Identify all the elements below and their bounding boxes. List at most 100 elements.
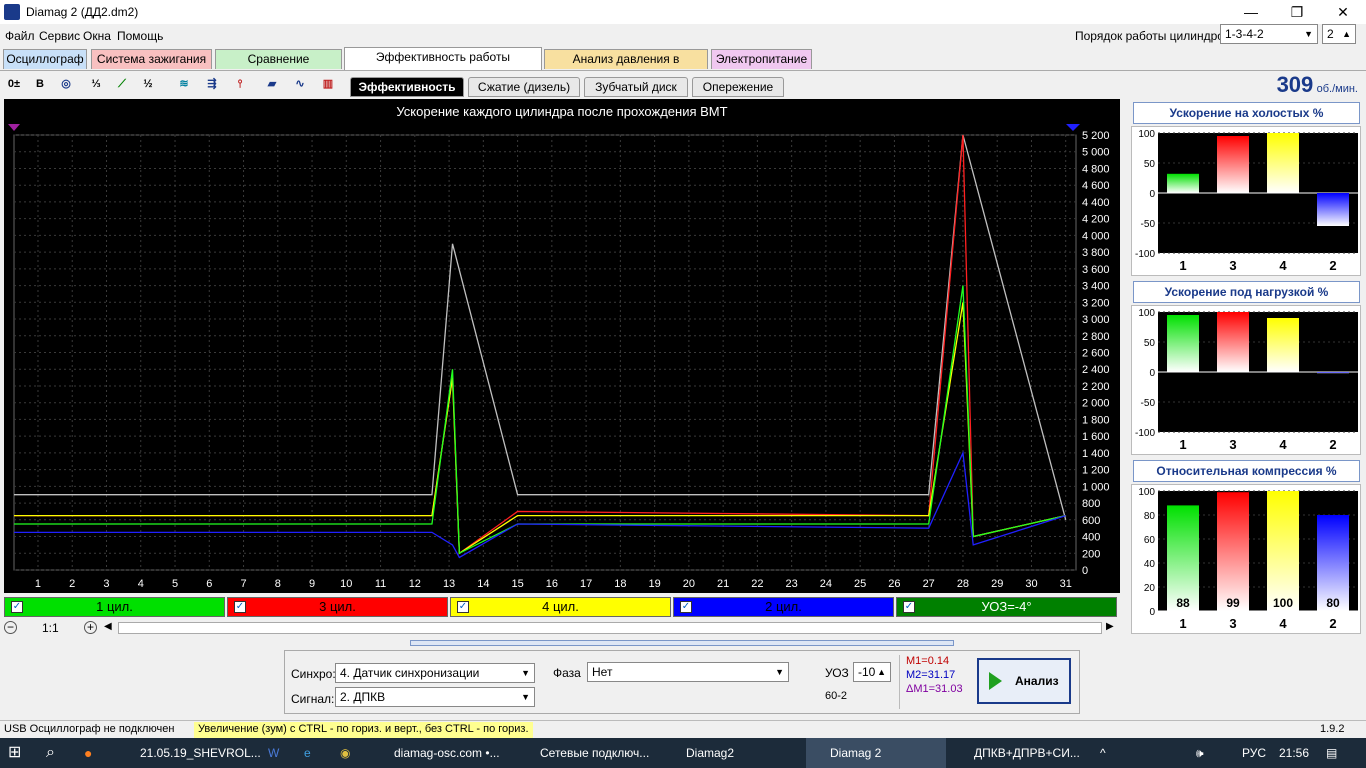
x-tick-label: 22 — [751, 578, 763, 590]
efficiency-chart[interactable]: Ускорение каждого цилиндра после прохожд… — [4, 99, 1120, 593]
panel-category-label: 2 — [1329, 258, 1336, 273]
y-tick-label: 3 800 — [1082, 247, 1110, 259]
panel-tick-label: 100 — [1138, 308, 1155, 319]
alg-icon[interactable]: ½ — [138, 74, 158, 94]
series-line — [14, 450, 1066, 559]
panel-tick-label: 100 — [1138, 129, 1155, 140]
clock[interactable]: 21:56 — [1279, 738, 1309, 768]
search-icon[interactable]: ⌕ — [46, 738, 55, 768]
taskbar-item-opera[interactable]: diamag-osc.com •... — [370, 738, 512, 768]
menu-service[interactable]: Сервис — [39, 29, 80, 43]
sync-select[interactable]: 4. Датчик синхронизации ▼ — [335, 663, 535, 683]
windows-start-icon[interactable]: ⊞ — [8, 738, 21, 768]
zoom-in-icon[interactable]: + — [84, 621, 97, 634]
cylinder-toggle[interactable]: ✓ 1 цил. — [4, 597, 225, 617]
subtab-toothed-wheel[interactable]: Зубчатый диск — [584, 77, 688, 97]
cylinder-toggle[interactable]: ✓ 2 цил. — [673, 597, 894, 617]
taskbar-item-explorer[interactable]: 21.05.19_SHEVROL... — [120, 738, 262, 768]
panel-bar — [1267, 133, 1299, 193]
panel-chart: 100 50 0 -50 -100 1 3 4 2 — [1131, 305, 1361, 455]
panel-tick-label: 60 — [1144, 535, 1156, 546]
ie-icon[interactable]: e — [304, 738, 311, 768]
tab-ignition[interactable]: Система зажигания — [91, 49, 212, 69]
tab-cylinder-compare[interactable]: Сравнение цилиндров — [215, 49, 342, 84]
checkbox-icon[interactable]: ✓ — [457, 601, 469, 613]
taskbar-label: Diamag 2 — [830, 746, 882, 760]
rpm-icon[interactable]: ◎ — [56, 74, 76, 94]
firefox-icon[interactable]: ● — [84, 738, 92, 768]
taskbar-item-network[interactable]: Сетевые подключ... — [516, 738, 658, 768]
scroll-right-icon[interactable]: ▶ — [1106, 621, 1114, 632]
language-indicator[interactable]: РУС — [1242, 738, 1266, 768]
taskbar-item-dpkv[interactable]: ДПКВ+ДПРВ+СИ... — [950, 738, 1092, 768]
subtab-efficiency[interactable]: Эффективность — [350, 77, 464, 97]
volume-icon[interactable]: 🕪 — [1196, 738, 1204, 768]
left-marker-icon[interactable] — [8, 124, 20, 131]
marker-icon[interactable]: ⫯ — [230, 74, 250, 94]
splitter-handle[interactable] — [410, 640, 954, 646]
word-icon[interactable]: W — [268, 738, 279, 768]
chevron-down-icon: ▼ — [521, 668, 530, 678]
spinner-icon: ▲ — [877, 667, 886, 677]
uoz-spinner[interactable]: -10 ▲ — [853, 662, 891, 682]
right-marker-icon[interactable] — [1066, 124, 1080, 131]
tab-pressure-analysis[interactable]: Анализ давления в цилиндре — [544, 49, 708, 84]
zoom-bar: − 1:1 + ◀ ▶ — [0, 620, 1120, 636]
tab-oscilloscope[interactable]: Осциллограф — [3, 49, 87, 69]
scroll-left-icon[interactable]: ◀ — [104, 621, 112, 632]
close-button[interactable]: ✕ — [1320, 0, 1366, 24]
zero-icon[interactable]: 0± — [4, 74, 24, 94]
cylinder-label: 1 цил. — [96, 599, 133, 614]
checkbox-icon[interactable]: ✓ — [903, 601, 915, 613]
line-icon[interactable]: ⟋ — [112, 74, 132, 94]
subtab-compression[interactable]: Сжатие (дизель) — [468, 77, 580, 97]
subtab-advance[interactable]: Опережение — [692, 77, 784, 97]
y-tick-label: 2 000 — [1082, 398, 1110, 410]
sequence-icon[interactable]: ⇶ — [202, 74, 222, 94]
y-tick-label: 4 600 — [1082, 180, 1110, 192]
cylinder-count-spinner[interactable]: 2 ▲ — [1322, 24, 1356, 44]
panel-bar — [1167, 315, 1199, 372]
firing-order-select[interactable]: 1-3-4-2 ▼ — [1220, 24, 1318, 44]
cylinder-toggle[interactable]: ✓ 3 цил. — [227, 597, 448, 617]
menu-file[interactable]: Файл — [5, 29, 35, 43]
chrome-icon[interactable]: ◉ — [340, 738, 350, 768]
taskbar-item-diamag2-doc[interactable]: Diamag2 — [662, 738, 804, 768]
panel-title: Ускорение на холостых % — [1133, 102, 1360, 124]
tab-cylinder-efficiency[interactable]: Эффективность работы цилиндров — [344, 47, 542, 82]
cylinder-toggle[interactable]: ✓ УОЗ=-4° — [896, 597, 1117, 617]
scale-icon[interactable]: ⅓ — [86, 74, 106, 94]
bars-icon[interactable]: ▥ — [318, 74, 338, 94]
checkbox-icon[interactable]: ✓ — [11, 601, 23, 613]
zoom-out-icon[interactable]: − — [4, 621, 17, 634]
panel-svg: 100 50 0 -50 -100 1 3 4 2 — [1135, 129, 1358, 273]
subtab-label: Зубчатый диск — [595, 80, 677, 94]
app-icon — [4, 4, 20, 20]
series-line — [14, 134, 1066, 555]
checkbox-icon[interactable]: ✓ — [680, 601, 692, 613]
panel-tick-label: 100 — [1138, 487, 1155, 498]
panel-category-label: 4 — [1279, 437, 1287, 452]
y-tick-label: 2 200 — [1082, 381, 1110, 393]
tray-chevron-icon[interactable]: ^ — [1100, 738, 1106, 768]
car-icon[interactable]: ▰ — [262, 74, 282, 94]
tab-power-supply[interactable]: Электропитание — [711, 49, 812, 69]
panel-tick-label: -100 — [1135, 428, 1155, 439]
counter-icon[interactable]: ∿ — [290, 74, 310, 94]
cylinder-toggle[interactable]: ✓ 4 цил. — [450, 597, 671, 617]
bold-icon[interactable]: B — [30, 74, 50, 94]
notifications-icon[interactable]: ▤ — [1326, 738, 1337, 768]
signal-select[interactable]: 2. ДПКВ ▼ — [335, 687, 535, 707]
taskbar-item-diamag2-app[interactable]: Diamag 2 — [806, 738, 946, 768]
menu-windows[interactable]: Окна — [83, 29, 111, 43]
minimize-button[interactable]: — — [1228, 0, 1274, 24]
menu-help[interactable]: Помощь — [117, 29, 163, 43]
y-tick-label: 5 200 — [1082, 130, 1110, 142]
panel-category-label: 1 — [1179, 616, 1186, 631]
analyze-button[interactable]: Анализ — [977, 658, 1071, 704]
phase-select[interactable]: Нет ▼ — [587, 662, 789, 682]
horizontal-scrollbar[interactable] — [118, 622, 1102, 634]
maximize-button[interactable]: ❐ — [1274, 0, 1320, 24]
filter-icon[interactable]: ≋ — [174, 74, 194, 94]
checkbox-icon[interactable]: ✓ — [234, 601, 246, 613]
